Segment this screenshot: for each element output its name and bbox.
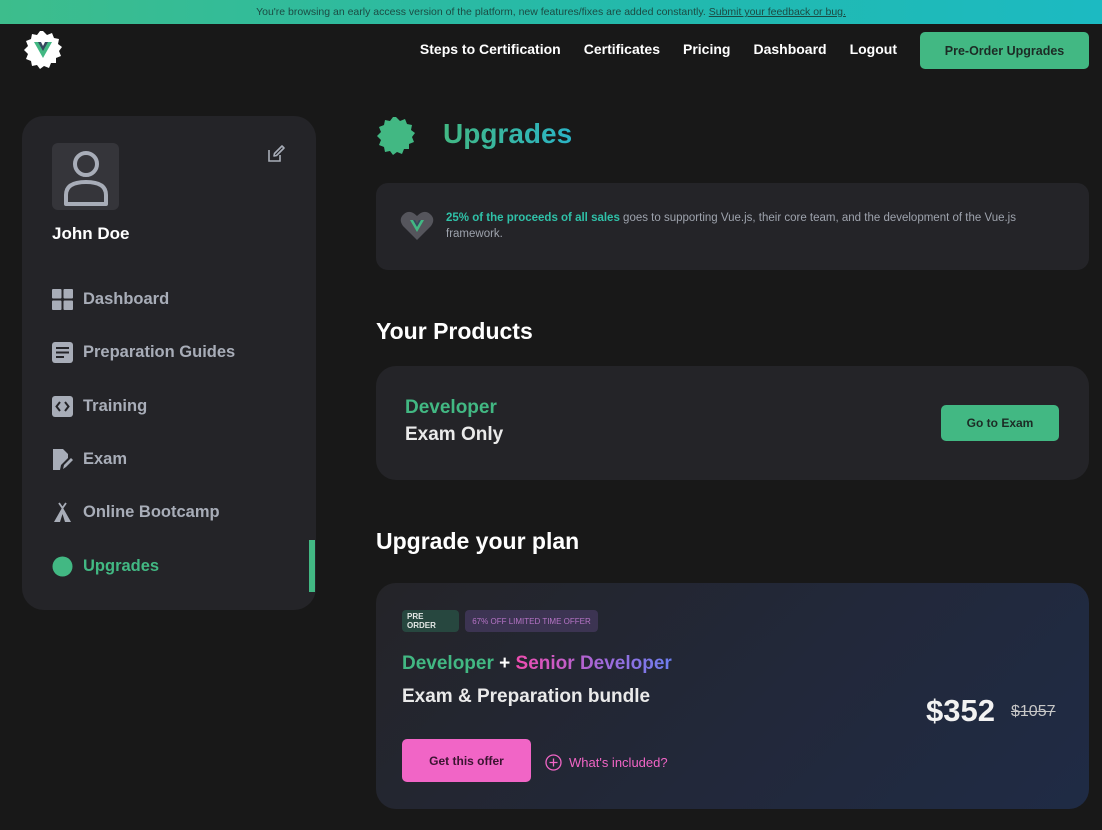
sidebar-item-label: Exam: [83, 449, 128, 468]
product-name: Developer: [405, 397, 497, 418]
proceeds-info-card: 25% of the proceeds of all sales goes to…: [376, 183, 1089, 270]
proceeds-text: 25% of the proceeds of all sales goes to…: [446, 210, 1066, 242]
offer-title-plus: +: [499, 653, 511, 674]
sidebar: John Doe Dashboard Preparation Guides Tr…: [22, 116, 316, 610]
exam-edit-icon: [52, 448, 73, 470]
nav-certificates[interactable]: Certificates: [584, 41, 660, 57]
early-access-banner: You're browsing an early access version …: [0, 0, 1102, 24]
nav-logout[interactable]: Logout: [850, 41, 897, 57]
upgrade-plan-heading: Upgrade your plan: [376, 528, 580, 554]
your-products-heading: Your Products: [376, 318, 533, 344]
get-this-offer-button[interactable]: Get this offer: [402, 739, 531, 782]
nav-dashboard[interactable]: Dashboard: [753, 41, 826, 57]
sidebar-item-label: Online Bootcamp: [83, 502, 220, 521]
user-icon: [63, 150, 108, 206]
go-to-exam-button[interactable]: Go to Exam: [941, 405, 1059, 441]
sidebar-item-exam[interactable]: Exam: [52, 446, 127, 472]
nav-pricing[interactable]: Pricing: [683, 41, 730, 57]
code-icon: [52, 395, 73, 417]
badge-icon: [52, 556, 73, 577]
sidebar-item-label: Preparation Guides: [83, 342, 236, 361]
upgrades-badge-icon: [377, 117, 415, 155]
document-icon: [52, 341, 73, 363]
whats-included-label: What's included?: [569, 755, 668, 770]
sidebar-item-dashboard[interactable]: Dashboard: [52, 286, 169, 312]
product-type: Exam Only: [405, 424, 504, 445]
pre-order-upgrades-button[interactable]: Pre-Order Upgrades: [920, 32, 1089, 69]
page-header: [376, 116, 416, 156]
sidebar-item-online-bootcamp[interactable]: Online Bootcamp: [52, 499, 220, 525]
tent-icon: [52, 501, 73, 523]
heart-vue-icon: [400, 210, 434, 242]
nav-links: Steps to Certification Certificates Pric…: [420, 24, 897, 74]
proceeds-highlight: 25% of the proceeds of all sales: [446, 212, 620, 224]
banner-text: You're browsing an early access version …: [256, 6, 706, 18]
offer-price: $352: [926, 693, 995, 728]
plus-circle-icon: [545, 754, 562, 771]
page-title: Upgrades: [443, 118, 573, 149]
top-nav: Steps to Certification Certificates Pric…: [0, 24, 1102, 76]
avatar: [52, 143, 119, 210]
grid-icon: [52, 288, 73, 310]
sidebar-item-label: Upgrades: [83, 556, 160, 575]
feedback-link[interactable]: Submit your feedback or bug.: [709, 6, 846, 18]
sidebar-item-preparation-guides[interactable]: Preparation Guides: [52, 339, 235, 365]
offer-subtitle: Exam & Preparation bundle: [402, 686, 651, 707]
whats-included-link[interactable]: What's included?: [545, 754, 668, 771]
product-card: Developer Exam Only Go to Exam: [376, 366, 1089, 480]
sidebar-item-label: Training: [83, 396, 148, 415]
sidebar-item-training[interactable]: Training: [52, 393, 147, 419]
offer-title-developer: Developer: [402, 653, 494, 674]
vue-logo-icon[interactable]: [23, 30, 63, 70]
sidebar-item-upgrades[interactable]: Upgrades: [52, 553, 159, 579]
offer-title-senior-developer: Senior Developer: [515, 653, 672, 674]
nav-steps-to-certification[interactable]: Steps to Certification: [420, 41, 561, 57]
offer-title: Developer + Senior Developer: [402, 653, 672, 675]
username: John Doe: [52, 224, 130, 243]
upgrade-offer-card: PRE ORDER 67% OFF LIMITED TIME OFFER Dev…: [376, 583, 1089, 809]
edit-profile-icon[interactable]: [266, 144, 286, 164]
pre-order-badge: PRE ORDER: [402, 610, 459, 632]
active-indicator: [309, 540, 315, 592]
offer-old-price: $1057: [1011, 703, 1056, 720]
discount-badge: 67% OFF LIMITED TIME OFFER: [465, 610, 598, 632]
sidebar-item-label: Dashboard: [83, 289, 170, 308]
